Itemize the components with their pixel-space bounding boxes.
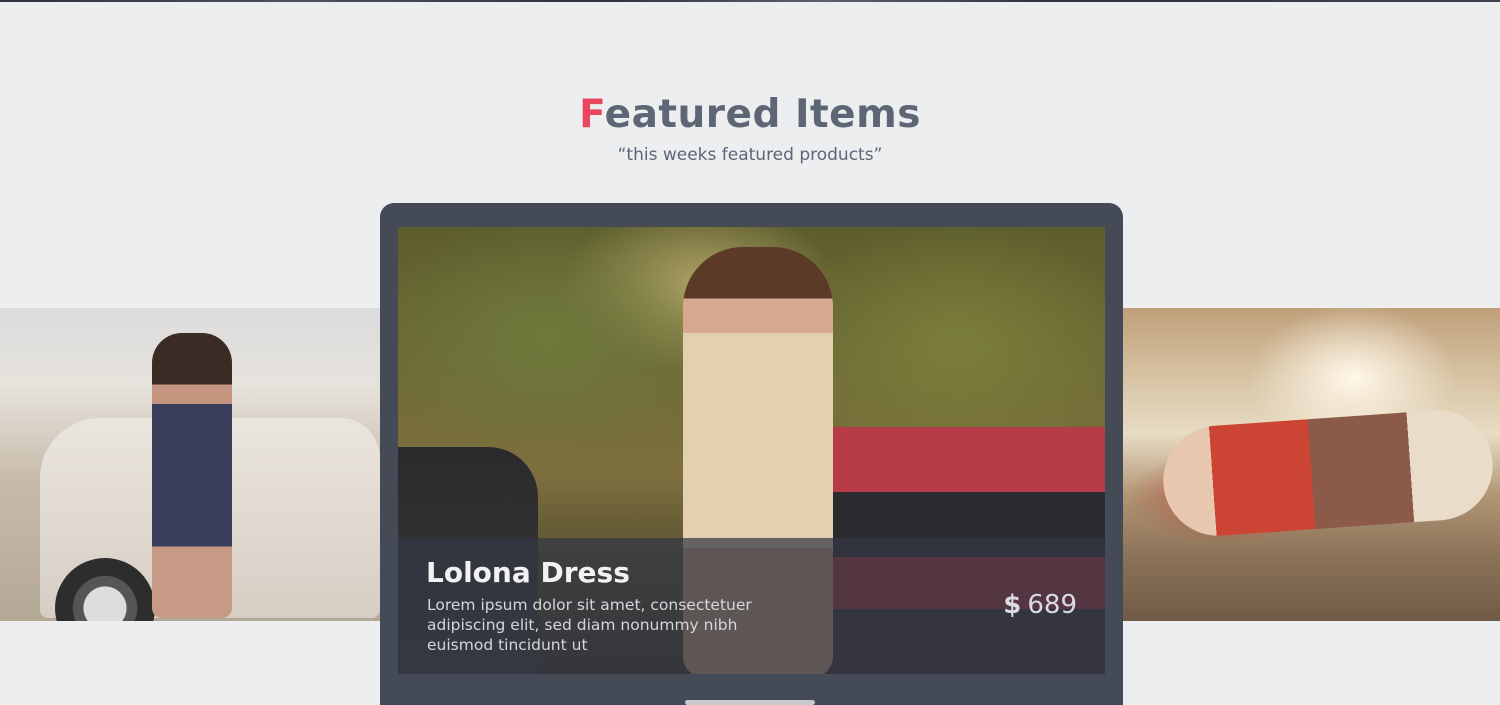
featured-item-image[interactable]: Lolona Dress Lorem ipsum dolor sit amet,…: [398, 227, 1105, 674]
item-price: $689: [1003, 590, 1077, 620]
monitor-stand: [685, 700, 815, 705]
monitor-frame: Lolona Dress Lorem ipsum dolor sit amet,…: [380, 203, 1123, 705]
section-subtitle: “this weeks featured products”: [617, 145, 883, 165]
top-divider: [0, 0, 1500, 2]
previous-item-image[interactable]: [0, 308, 380, 621]
model-figure: [1159, 406, 1497, 540]
title-rest: eatured Items: [604, 92, 921, 137]
price-value: 689: [1027, 590, 1077, 620]
section-title: Featured Items: [0, 92, 1500, 137]
featured-item-caption: Lolona Dress Lorem ipsum dolor sit amet,…: [398, 538, 1105, 674]
item-name[interactable]: Lolona Dress: [426, 556, 630, 589]
item-description: Lorem ipsum dolor sit amet, consectetuer…: [427, 596, 752, 654]
title-accent-letter: F: [579, 92, 605, 137]
next-item-image[interactable]: [1123, 308, 1500, 621]
model-figure: [152, 333, 232, 618]
currency-symbol: $: [1003, 590, 1022, 620]
